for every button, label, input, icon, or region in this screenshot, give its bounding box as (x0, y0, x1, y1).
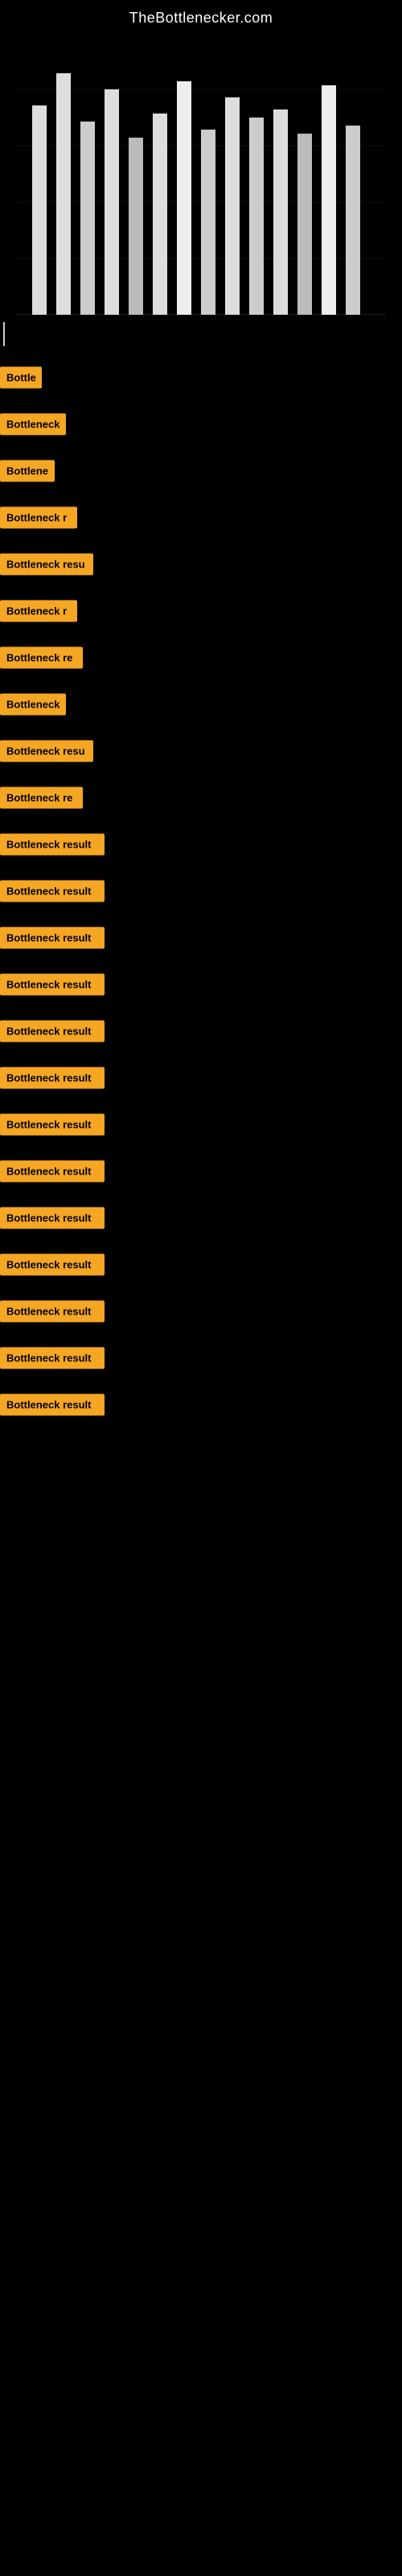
bottleneck-result-label[interactable]: Bottleneck result (0, 1021, 105, 1042)
table-row: Bottleneck r (0, 494, 402, 541)
table-row: Bottle (0, 354, 402, 401)
table-row: Bottleneck result (0, 1241, 402, 1288)
table-row: Bottleneck r (0, 588, 402, 634)
bottleneck-result-label[interactable]: Bottleneck resu (0, 741, 93, 762)
bottleneck-result-label[interactable]: Bottleneck r (0, 601, 77, 622)
table-row: Bottleneck (0, 401, 402, 448)
bottleneck-result-label[interactable]: Bottlene (0, 460, 55, 482)
bottleneck-result-label[interactable]: Bottleneck result (0, 1067, 105, 1089)
bottleneck-result-label[interactable]: Bottleneck re (0, 787, 83, 809)
bottleneck-result-label[interactable]: Bottle (0, 367, 42, 389)
bottleneck-result-label[interactable]: Bottleneck result (0, 927, 105, 949)
bottleneck-result-label[interactable]: Bottleneck result (0, 1114, 105, 1136)
table-row: Bottleneck result (0, 1335, 402, 1381)
table-row: Bottleneck result (0, 1055, 402, 1101)
bottleneck-result-label[interactable]: Bottleneck r (0, 507, 77, 529)
bottleneck-result-label[interactable]: Bottleneck re (0, 647, 83, 669)
table-row: Bottleneck (0, 681, 402, 728)
bottleneck-result-label[interactable]: Bottleneck result (0, 974, 105, 996)
vertical-indicator (3, 322, 5, 346)
bottleneck-result-label[interactable]: Bottleneck result (0, 1394, 105, 1416)
bottleneck-result-label[interactable]: Bottleneck result (0, 1208, 105, 1229)
bottleneck-result-label[interactable]: Bottleneck (0, 414, 66, 436)
table-row: Bottleneck result (0, 821, 402, 868)
table-row: Bottlene (0, 448, 402, 494)
table-row: Bottleneck resu (0, 541, 402, 588)
table-row: Bottleneck result (0, 868, 402, 914)
bottleneck-result-label[interactable]: Bottleneck result (0, 1254, 105, 1276)
bottleneck-result-label[interactable]: Bottleneck resu (0, 554, 93, 576)
table-row: Bottleneck result (0, 961, 402, 1008)
bottleneck-result-label[interactable]: Bottleneck result (0, 881, 105, 902)
table-row: Bottleneck resu (0, 728, 402, 774)
table-row: Bottleneck result (0, 1288, 402, 1335)
bottleneck-result-label[interactable]: Bottleneck result (0, 1348, 105, 1369)
bottleneck-result-label[interactable]: Bottleneck result (0, 834, 105, 856)
bottleneck-rows-container: Bottle Bottleneck Bottlene Bottleneck r Bott… (0, 354, 402, 1428)
table-row: Bottleneck result (0, 1008, 402, 1055)
chart-area (16, 41, 386, 315)
table-row: Bottleneck result (0, 1381, 402, 1428)
bottleneck-result-label[interactable]: Bottleneck (0, 694, 66, 716)
bottleneck-result-label[interactable]: Bottleneck result (0, 1161, 105, 1183)
table-row: Bottleneck result (0, 1195, 402, 1241)
table-row: Bottleneck result (0, 1148, 402, 1195)
site-title: TheBottlenecker.com (0, 0, 402, 33)
table-row: Bottleneck result (0, 1101, 402, 1148)
bottleneck-result-label[interactable]: Bottleneck result (0, 1301, 105, 1323)
chart-svg (16, 41, 386, 315)
table-row: Bottleneck re (0, 774, 402, 821)
table-row: Bottleneck result (0, 914, 402, 961)
table-row: Bottleneck re (0, 634, 402, 681)
